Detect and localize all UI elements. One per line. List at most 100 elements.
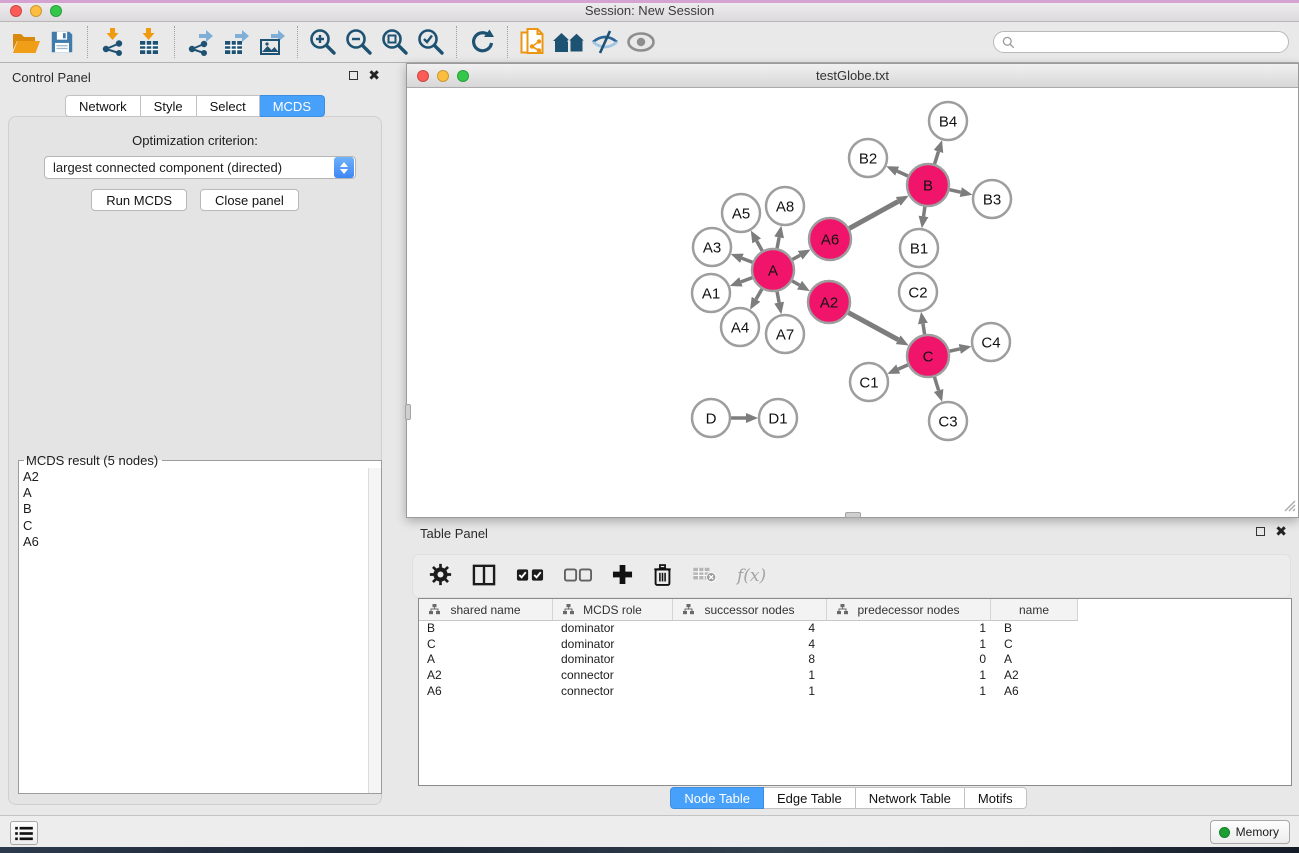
graph-edge-A-A8[interactable] <box>777 237 779 248</box>
graph-node-C4[interactable]: C4 <box>972 323 1010 361</box>
table-cell[interactable]: dominator <box>553 621 673 637</box>
graph-edge-C-C3[interactable] <box>934 377 938 390</box>
table-cell[interactable]: connector <box>553 684 673 700</box>
function-builder-button[interactable]: f(x) <box>737 566 766 586</box>
search-box[interactable] <box>993 31 1289 53</box>
table-cell[interactable]: connector <box>553 668 673 684</box>
graph-node-B4[interactable]: B4 <box>929 102 967 140</box>
graph-edge-A6-B[interactable] <box>849 201 898 228</box>
tab-motifs[interactable]: Motifs <box>965 787 1027 809</box>
graph-node-D1[interactable]: D1 <box>759 399 797 437</box>
table-cell[interactable]: C <box>419 637 553 653</box>
network-from-selection-button[interactable] <box>515 25 551 59</box>
graph-edge-A2-C[interactable] <box>848 313 898 340</box>
network-canvas[interactable]: B4B2BB3A8A5A6A3B1AA1C2A2A4A7C4CC1DD1C3 <box>408 89 1297 515</box>
zoom-out-button[interactable] <box>341 25 377 59</box>
graph-edge-C-C2[interactable] <box>923 324 925 335</box>
column-header-name[interactable]: name <box>991 599 1078 621</box>
graph-edge-A-A4[interactable] <box>756 289 762 299</box>
import-network-button[interactable] <box>95 25 131 59</box>
graph-node-C2[interactable]: C2 <box>899 273 937 311</box>
graph-edge-C-C4[interactable] <box>949 349 959 351</box>
graph-node-B3[interactable]: B3 <box>973 180 1011 218</box>
graph-node-C3[interactable]: C3 <box>929 402 967 440</box>
table-row[interactable]: A6connector11A6 <box>419 684 1291 700</box>
table-cell[interactable]: 1 <box>827 668 991 684</box>
zoom-selected-button[interactable] <box>413 25 449 59</box>
graph-node-A1[interactable]: A1 <box>692 274 730 312</box>
tab-network-table[interactable]: Network Table <box>856 787 965 809</box>
table-cell[interactable]: B <box>419 621 553 637</box>
graph-edge-A-A2[interactable] <box>792 281 799 285</box>
refresh-layout-button[interactable] <box>464 25 500 59</box>
tab-mcds[interactable]: MCDS <box>260 95 325 117</box>
float-panel-icon[interactable] <box>349 71 358 80</box>
import-table-button[interactable] <box>131 25 167 59</box>
graph-node-B[interactable]: B <box>907 164 949 206</box>
graph-node-A4[interactable]: A4 <box>721 308 759 346</box>
export-network-button[interactable] <box>182 25 218 59</box>
open-session-button[interactable] <box>8 25 44 59</box>
table-cell[interactable]: 1 <box>673 668 827 684</box>
graph-node-A3[interactable]: A3 <box>693 228 731 266</box>
show-all-button[interactable] <box>623 25 659 59</box>
table-cell[interactable]: A <box>991 652 1078 668</box>
criterion-dropdown[interactable]: largest connected component (directed) <box>44 156 356 179</box>
table-cell[interactable]: 1 <box>673 684 827 700</box>
table-cell[interactable]: 4 <box>673 637 827 653</box>
graph-edge-A-A1[interactable] <box>741 278 752 282</box>
graph-node-A2[interactable]: A2 <box>808 281 850 323</box>
tab-network[interactable]: Network <box>65 95 141 117</box>
table-cell[interactable]: dominator <box>553 652 673 668</box>
table-cell[interactable]: 1 <box>827 684 991 700</box>
graph-node-B2[interactable]: B2 <box>849 139 887 177</box>
export-image-button[interactable] <box>254 25 290 59</box>
graph-node-C1[interactable]: C1 <box>850 363 888 401</box>
select-all-button[interactable] <box>516 568 544 585</box>
table-row[interactable]: Cdominator41C <box>419 637 1291 653</box>
table-cell[interactable]: A2 <box>419 668 553 684</box>
task-history-button[interactable] <box>10 821 38 845</box>
column-header-successor-nodes[interactable]: successor nodes <box>673 599 827 621</box>
export-table-button[interactable] <box>218 25 254 59</box>
graph-node-D[interactable]: D <box>692 399 730 437</box>
zoom-fit-button[interactable] <box>377 25 413 59</box>
add-column-button[interactable] <box>612 564 633 588</box>
save-session-button[interactable] <box>44 25 80 59</box>
deselect-all-button[interactable] <box>564 568 592 585</box>
table-settings-button[interactable] <box>429 563 452 589</box>
table-cell[interactable]: 4 <box>673 621 827 637</box>
table-cell[interactable]: B <box>991 621 1078 637</box>
close-table-panel-icon[interactable]: ✖ <box>1275 526 1287 536</box>
hide-selected-button[interactable] <box>587 25 623 59</box>
tab-node-table[interactable]: Node Table <box>670 787 764 809</box>
table-cell[interactable]: A6 <box>991 684 1078 700</box>
table-row[interactable]: A2connector11A2 <box>419 668 1291 684</box>
column-header-MCDS-role[interactable]: MCDS role <box>553 599 673 621</box>
close-panel-icon[interactable]: ✖ <box>368 70 380 80</box>
graph-node-A8[interactable]: A8 <box>766 187 804 225</box>
resize-grip[interactable] <box>1282 498 1296 515</box>
mcds-result-item[interactable]: C <box>23 518 368 534</box>
column-header-shared-name[interactable]: shared name <box>419 599 553 621</box>
mcds-result-item[interactable]: A6 <box>23 534 368 550</box>
column-header-predecessor-nodes[interactable]: predecessor nodes <box>827 599 991 621</box>
zoom-in-button[interactable] <box>305 25 341 59</box>
float-table-panel-icon[interactable] <box>1256 527 1265 536</box>
table-cell[interactable]: A6 <box>419 684 553 700</box>
table-cell[interactable]: 0 <box>827 652 991 668</box>
delete-table-button[interactable] <box>692 566 717 586</box>
mcds-result-item[interactable]: A <box>23 485 368 501</box>
mcds-result-scrollbar[interactable] <box>368 468 381 793</box>
run-mcds-button[interactable]: Run MCDS <box>91 189 187 211</box>
table-cell[interactable]: dominator <box>553 637 673 653</box>
graph-edge-A-A6[interactable] <box>792 255 800 259</box>
graph-node-C[interactable]: C <box>907 335 949 377</box>
table-row[interactable]: Bdominator41B <box>419 621 1291 637</box>
table-cell[interactable]: 1 <box>827 621 991 637</box>
graph-edge-B-B3[interactable] <box>949 190 960 192</box>
canvas-left-handle[interactable] <box>405 404 411 420</box>
table-cell[interactable]: 8 <box>673 652 827 668</box>
graph-edge-B-B4[interactable] <box>935 152 939 164</box>
tab-select[interactable]: Select <box>197 95 260 117</box>
